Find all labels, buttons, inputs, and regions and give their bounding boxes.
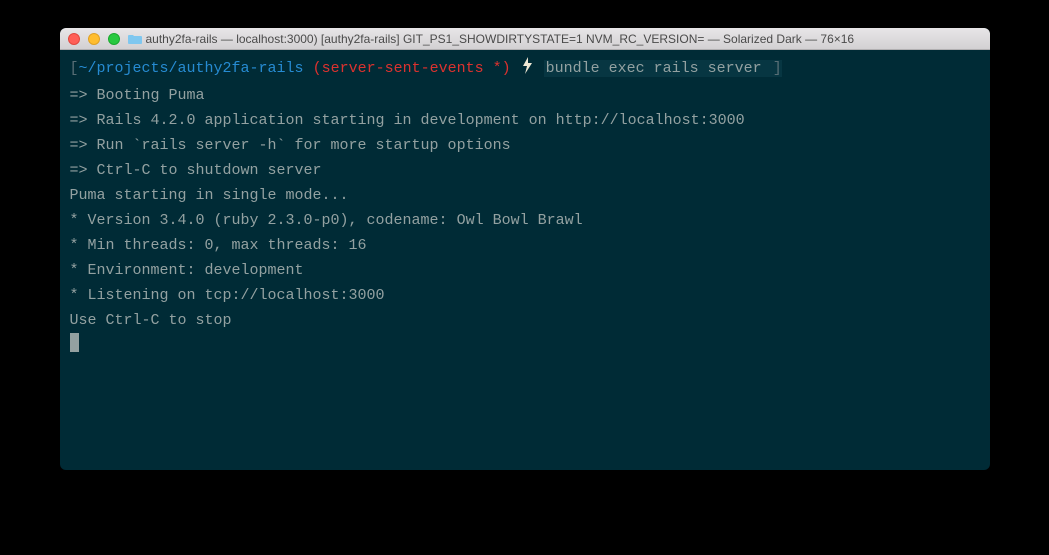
- output-line: * Min threads: 0, max threads: 16: [70, 233, 980, 258]
- prompt-path: ~/projects/authy2fa-rails: [79, 60, 304, 77]
- output-line: => Booting Puma: [70, 83, 980, 108]
- output-line: Use Ctrl-C to stop: [70, 308, 980, 333]
- prompt-branch-close: ): [502, 60, 520, 77]
- minimize-button[interactable]: [88, 33, 100, 45]
- prompt-command: bundle exec rails server: [544, 60, 773, 77]
- window-controls: [68, 33, 120, 45]
- prompt-branch: server-sent-events *: [322, 60, 502, 77]
- output-line: * Listening on tcp://localhost:3000: [70, 283, 980, 308]
- output-line: => Ctrl-C to shutdown server: [70, 158, 980, 183]
- window-title: authy2fa-rails — localhost:3000) [authy2…: [146, 32, 982, 46]
- folder-icon: [128, 32, 142, 46]
- prompt-open-bracket: [: [70, 60, 79, 77]
- prompt-branch-open: (: [304, 60, 322, 77]
- output-line: => Run `rails server -h` for more startu…: [70, 133, 980, 158]
- output-line: * Environment: development: [70, 258, 980, 283]
- cursor-line: [70, 333, 980, 358]
- terminal-window: authy2fa-rails — localhost:3000) [authy2…: [60, 28, 990, 470]
- lightning-icon: [522, 57, 533, 83]
- output-line: * Version 3.4.0 (ruby 2.3.0-p0), codenam…: [70, 208, 980, 233]
- window-titlebar: authy2fa-rails — localhost:3000) [authy2…: [60, 28, 990, 50]
- maximize-button[interactable]: [108, 33, 120, 45]
- prompt-close-bracket: ]: [773, 60, 782, 77]
- terminal-cursor: [70, 333, 79, 352]
- output-line: Puma starting in single mode...: [70, 183, 980, 208]
- terminal-body[interactable]: [~/projects/authy2fa-rails (server-sent-…: [60, 50, 990, 470]
- close-button[interactable]: [68, 33, 80, 45]
- prompt-line: [~/projects/authy2fa-rails (server-sent-…: [70, 56, 980, 83]
- output-line: => Rails 4.2.0 application starting in d…: [70, 108, 980, 133]
